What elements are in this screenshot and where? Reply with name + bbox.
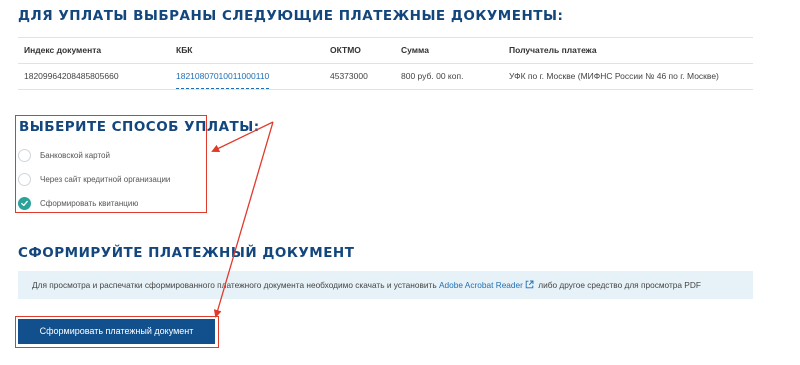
radio-label: Сформировать квитанцию [40, 199, 139, 208]
payment-method-highlight-box: Выберите способ уплаты: Банковской карто… [15, 115, 259, 213]
checkmark-icon [21, 200, 28, 207]
column-header-recipient: Получатель платежа [509, 45, 597, 55]
form-document-title: Сформируйте платежный документ [18, 245, 355, 261]
column-header-kbk: КБК [176, 45, 193, 55]
info-text-suffix: либо другое средство для просмотра PDF [538, 280, 701, 290]
column-header-index: Индекс документа [24, 45, 102, 55]
table-header-row: Индекс документа КБК ОКТМО Сумма Получат… [18, 37, 753, 64]
column-header-oktmo: ОКТМО [330, 45, 361, 55]
oktmo-value: 45373000 [330, 71, 368, 81]
column-header-amount: Сумма [401, 45, 429, 55]
documents-title: Для уплаты выбраны следующие платежные д… [18, 8, 564, 24]
radio-button-icon[interactable] [18, 149, 31, 162]
acrobat-reader-link[interactable]: Adobe Acrobat Reader [439, 280, 523, 290]
document-index: 18209964208485805660 [24, 71, 119, 81]
payment-method-title: Выберите способ уплаты: [19, 119, 260, 135]
recipient-value: УФК по г. Москве (МИФНС России № 46 по г… [509, 71, 719, 81]
table-row: 18209964208485805660 1821080701001100011… [18, 64, 753, 90]
kbk-link[interactable]: 18210807010011000110 [176, 64, 270, 89]
button-highlight-box: Сформировать платежный документ [15, 316, 219, 348]
info-banner: Для просмотра и распечатки сформированно… [18, 271, 753, 299]
external-link-icon[interactable] [525, 280, 534, 289]
documents-table: Индекс документа КБК ОКТМО Сумма Получат… [18, 37, 753, 90]
radio-label: Через сайт кредитной организации [40, 175, 171, 184]
info-text: Для просмотра и распечатки сформированно… [32, 271, 701, 299]
radio-checked-icon[interactable] [18, 197, 31, 210]
amount-value: 800 руб. 00 коп. [401, 71, 464, 81]
radio-button-icon[interactable] [18, 173, 31, 186]
generate-document-button[interactable]: Сформировать платежный документ [18, 319, 215, 344]
info-text-prefix: Для просмотра и распечатки сформированно… [32, 280, 437, 290]
radio-label: Банковской картой [40, 151, 110, 160]
